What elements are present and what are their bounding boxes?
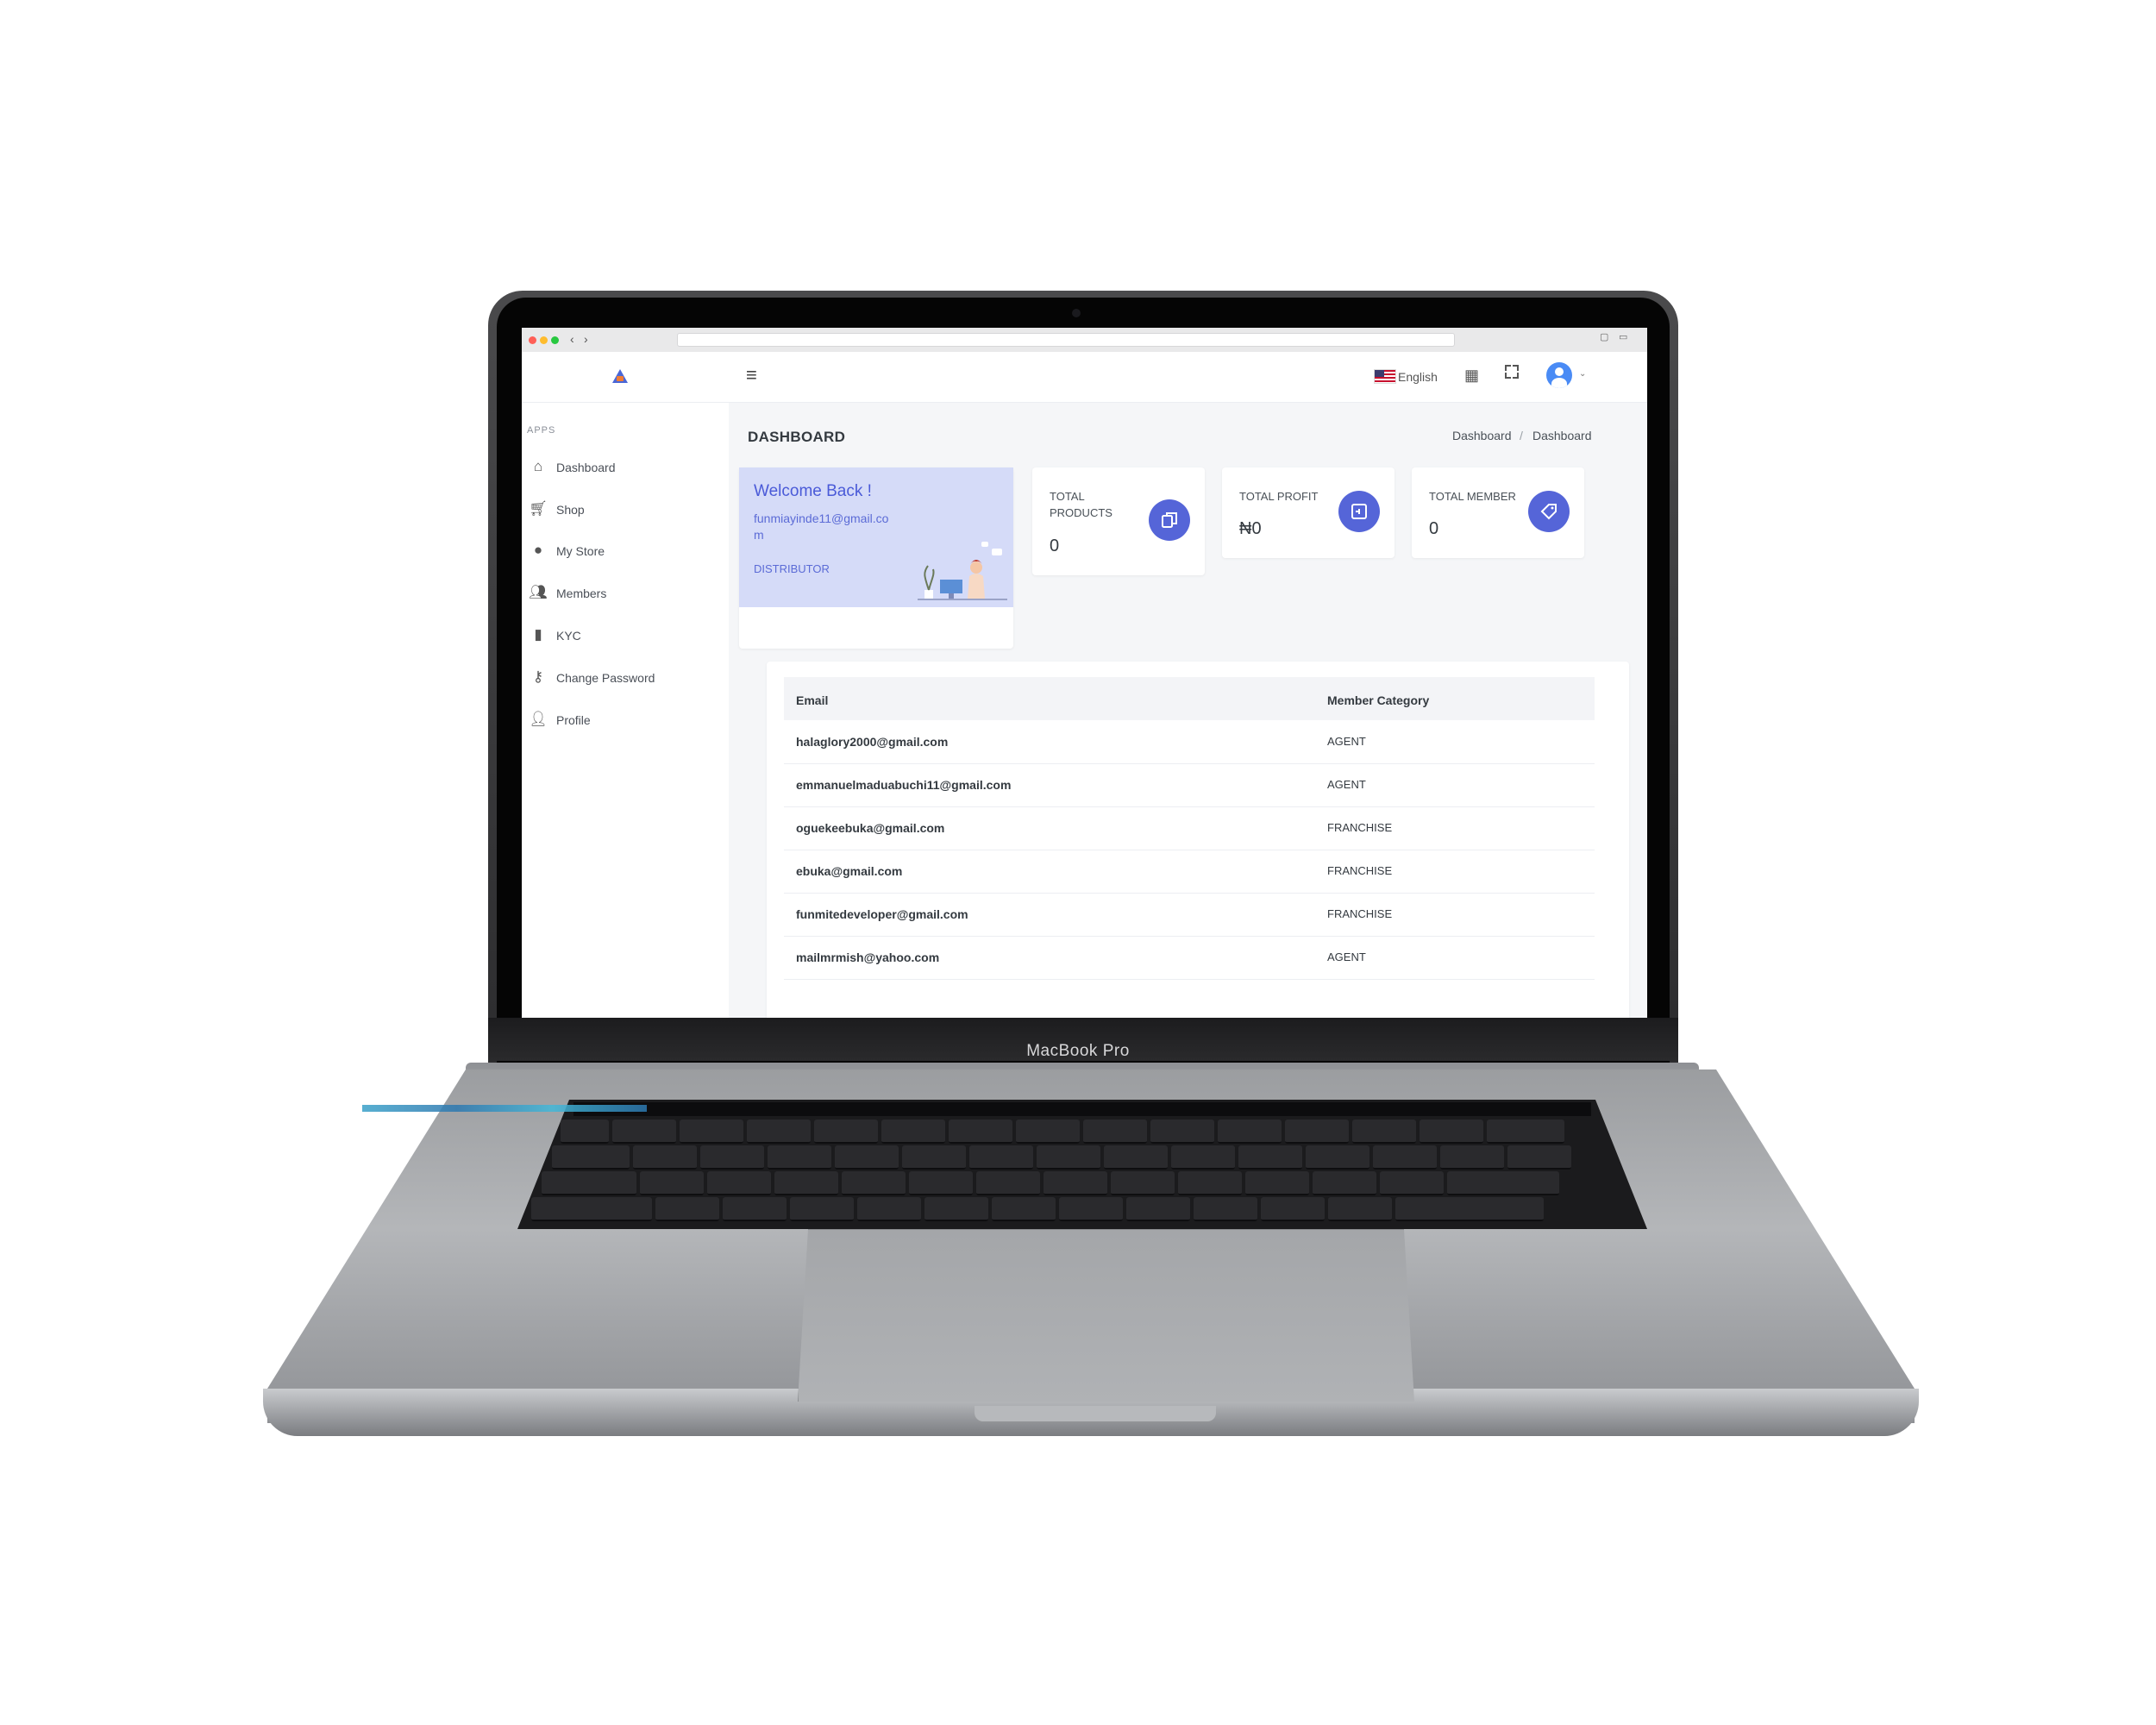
sidebar-item-label: Change Password: [556, 671, 655, 685]
trackpad: [798, 1229, 1414, 1402]
menu-toggle-icon[interactable]: ≡: [746, 364, 757, 386]
welcome-banner: Welcome Back ! funmiayinde11@gmail.com D…: [739, 467, 1013, 607]
url-bar[interactable]: [677, 333, 1455, 347]
key-icon: ⚷: [532, 668, 544, 685]
stat-label: TOTAL MEMBER: [1429, 490, 1516, 503]
key-row: [531, 1197, 1544, 1221]
sidebar-item-change-password[interactable]: ⚷ Change Password: [522, 661, 729, 695]
table-row[interactable]: ebuka@gmail.com FRANCHISE: [784, 850, 1595, 894]
table-row[interactable]: emmanuelmaduabuchi11@gmail.com AGENT: [784, 763, 1595, 807]
camera-icon: [1072, 309, 1081, 317]
maximize-window-icon[interactable]: [551, 336, 559, 344]
stat-card-total-profit: TOTAL PROFIT ₦0: [1222, 467, 1395, 558]
cart-icon: 🛒︎: [529, 500, 548, 517]
sidebar-item-label: Members: [556, 586, 607, 600]
document-icon: ▮: [534, 626, 542, 643]
table-row[interactable]: halaglory2000@gmail.com AGENT: [784, 720, 1595, 764]
tag-icon: [1528, 491, 1570, 532]
column-header-member-category[interactable]: Member Category: [1327, 693, 1429, 707]
sidebar-section-label: APPS: [527, 425, 556, 436]
sidebar-item-profile[interactable]: 👤︎ Profile: [522, 703, 729, 737]
member-category: AGENT: [1327, 778, 1366, 791]
sidebar-item-kyc[interactable]: ▮ KYC: [522, 618, 729, 653]
table-row[interactable]: oguekeebuka@gmail.com FRANCHISE: [784, 806, 1595, 850]
table-header: Email Member Category: [784, 677, 1595, 720]
stat-card-total-products: TOTAL PRODUCTS 0: [1032, 467, 1205, 575]
device-brand-label: MacBook Pro: [1026, 1042, 1130, 1060]
us-flag-icon[interactable]: [1374, 369, 1396, 384]
member-email: emmanuelmaduabuchi11@gmail.com: [796, 778, 1012, 792]
table-row[interactable]: funmitedeveloper@gmail.com FRANCHISE: [784, 893, 1595, 937]
screen: ‹ › ▢ ▭ ≡ English ▦ ⌄ APPS ⌂ Dashboard 🛒…: [522, 328, 1647, 1018]
key-row: [552, 1145, 1571, 1170]
stat-label: TOTAL PROFIT: [1239, 490, 1319, 503]
stat-card-total-member: TOTAL MEMBER 0: [1412, 467, 1584, 558]
user-email: funmiayinde11@gmail.com: [754, 511, 889, 542]
sidebar-item-dashboard[interactable]: ⌂ Dashboard: [522, 450, 729, 485]
copy-icon: [1149, 499, 1190, 541]
topbar: ≡ English ▦ ⌄: [522, 352, 1647, 403]
member-category: AGENT: [1327, 950, 1366, 963]
table-row[interactable]: mailmrmish@yahoo.com AGENT: [784, 936, 1595, 980]
member-category: AGENT: [1327, 735, 1366, 748]
user-avatar[interactable]: [1546, 362, 1572, 388]
sidebar-item-label: Dashboard: [556, 461, 616, 474]
member-email: mailmrmish@yahoo.com: [796, 950, 940, 964]
home-icon: ⌂: [533, 458, 543, 474]
main-content: DASHBOARD Dashboard / Dashboard Welcome …: [739, 403, 1647, 1018]
tab-overview-icon[interactable]: ▢: [1600, 331, 1608, 342]
member-email: halaglory2000@gmail.com: [796, 735, 949, 749]
stat-label: TOTAL PRODUCTS: [1050, 490, 1112, 519]
app-logo[interactable]: [612, 369, 628, 383]
member-email: oguekeebuka@gmail.com: [796, 821, 945, 835]
page-title: DASHBOARD: [748, 429, 846, 445]
lid-notch: [975, 1406, 1216, 1421]
browser-bar: ‹ › ▢ ▭: [522, 328, 1647, 353]
user-role: DISTRIBUTOR: [754, 562, 830, 575]
member-category: FRANCHISE: [1327, 821, 1393, 834]
desk-illustration: [918, 542, 1007, 600]
breadcrumb-separator: /: [1520, 429, 1523, 442]
touch-bar-strip: [362, 1105, 647, 1112]
stat-value: 0: [1429, 519, 1439, 538]
back-arrow-icon[interactable]: ‹: [570, 332, 574, 346]
member-email: ebuka@gmail.com: [796, 864, 903, 878]
chevron-down-icon[interactable]: ⌄: [1579, 369, 1586, 379]
forward-arrow-icon[interactable]: ›: [584, 332, 588, 346]
touch-bar: [573, 1102, 1591, 1116]
welcome-card: Welcome Back ! funmiayinde11@gmail.com D…: [739, 467, 1013, 649]
welcome-title: Welcome Back !: [754, 482, 872, 500]
language-selector[interactable]: English: [1398, 370, 1438, 384]
key-row: [561, 1120, 1564, 1144]
breadcrumb-item: Dashboard: [1532, 429, 1592, 442]
sidebar-item-members[interactable]: 👥︎ Members: [522, 576, 729, 611]
sidebar-item-label: Shop: [556, 503, 585, 517]
member-category: FRANCHISE: [1327, 864, 1393, 877]
users-icon: 👥︎: [529, 584, 548, 600]
store-icon: ●: [533, 542, 543, 558]
fullscreen-icon[interactable]: [1505, 365, 1519, 379]
sidebar: APPS ⌂ Dashboard 🛒︎ Shop ● My Store 👥︎ M…: [522, 403, 729, 1018]
breadcrumb-item[interactable]: Dashboard: [1452, 429, 1512, 442]
member-email: funmitedeveloper@gmail.com: [796, 907, 968, 921]
sidebar-toggle-icon[interactable]: ▭: [1619, 331, 1627, 342]
sidebar-item-my-store[interactable]: ● My Store: [522, 534, 729, 568]
laptop-mockup: ‹ › ▢ ▭ ≡ English ▦ ⌄ APPS ⌂ Dashboard 🛒…: [0, 0, 2156, 1725]
column-header-email[interactable]: Email: [796, 693, 828, 707]
member-category: FRANCHISE: [1327, 907, 1393, 920]
apps-grid-icon[interactable]: ▦: [1464, 367, 1479, 385]
members-table-card: Email Member Category halaglory2000@gmai…: [767, 662, 1629, 1018]
user-icon: 👤︎: [529, 711, 548, 727]
sidebar-item-label: My Store: [556, 544, 605, 558]
stat-value: 0: [1050, 536, 1060, 555]
minimize-window-icon[interactable]: [540, 336, 548, 344]
key-row: [542, 1171, 1559, 1195]
sidebar-item-label: Profile: [556, 713, 591, 727]
stat-value: ₦0: [1239, 519, 1262, 538]
close-window-icon[interactable]: [529, 336, 536, 344]
sidebar-item-shop[interactable]: 🛒︎ Shop: [522, 492, 729, 527]
archive-icon: [1338, 491, 1380, 532]
sidebar-item-label: KYC: [556, 629, 581, 643]
